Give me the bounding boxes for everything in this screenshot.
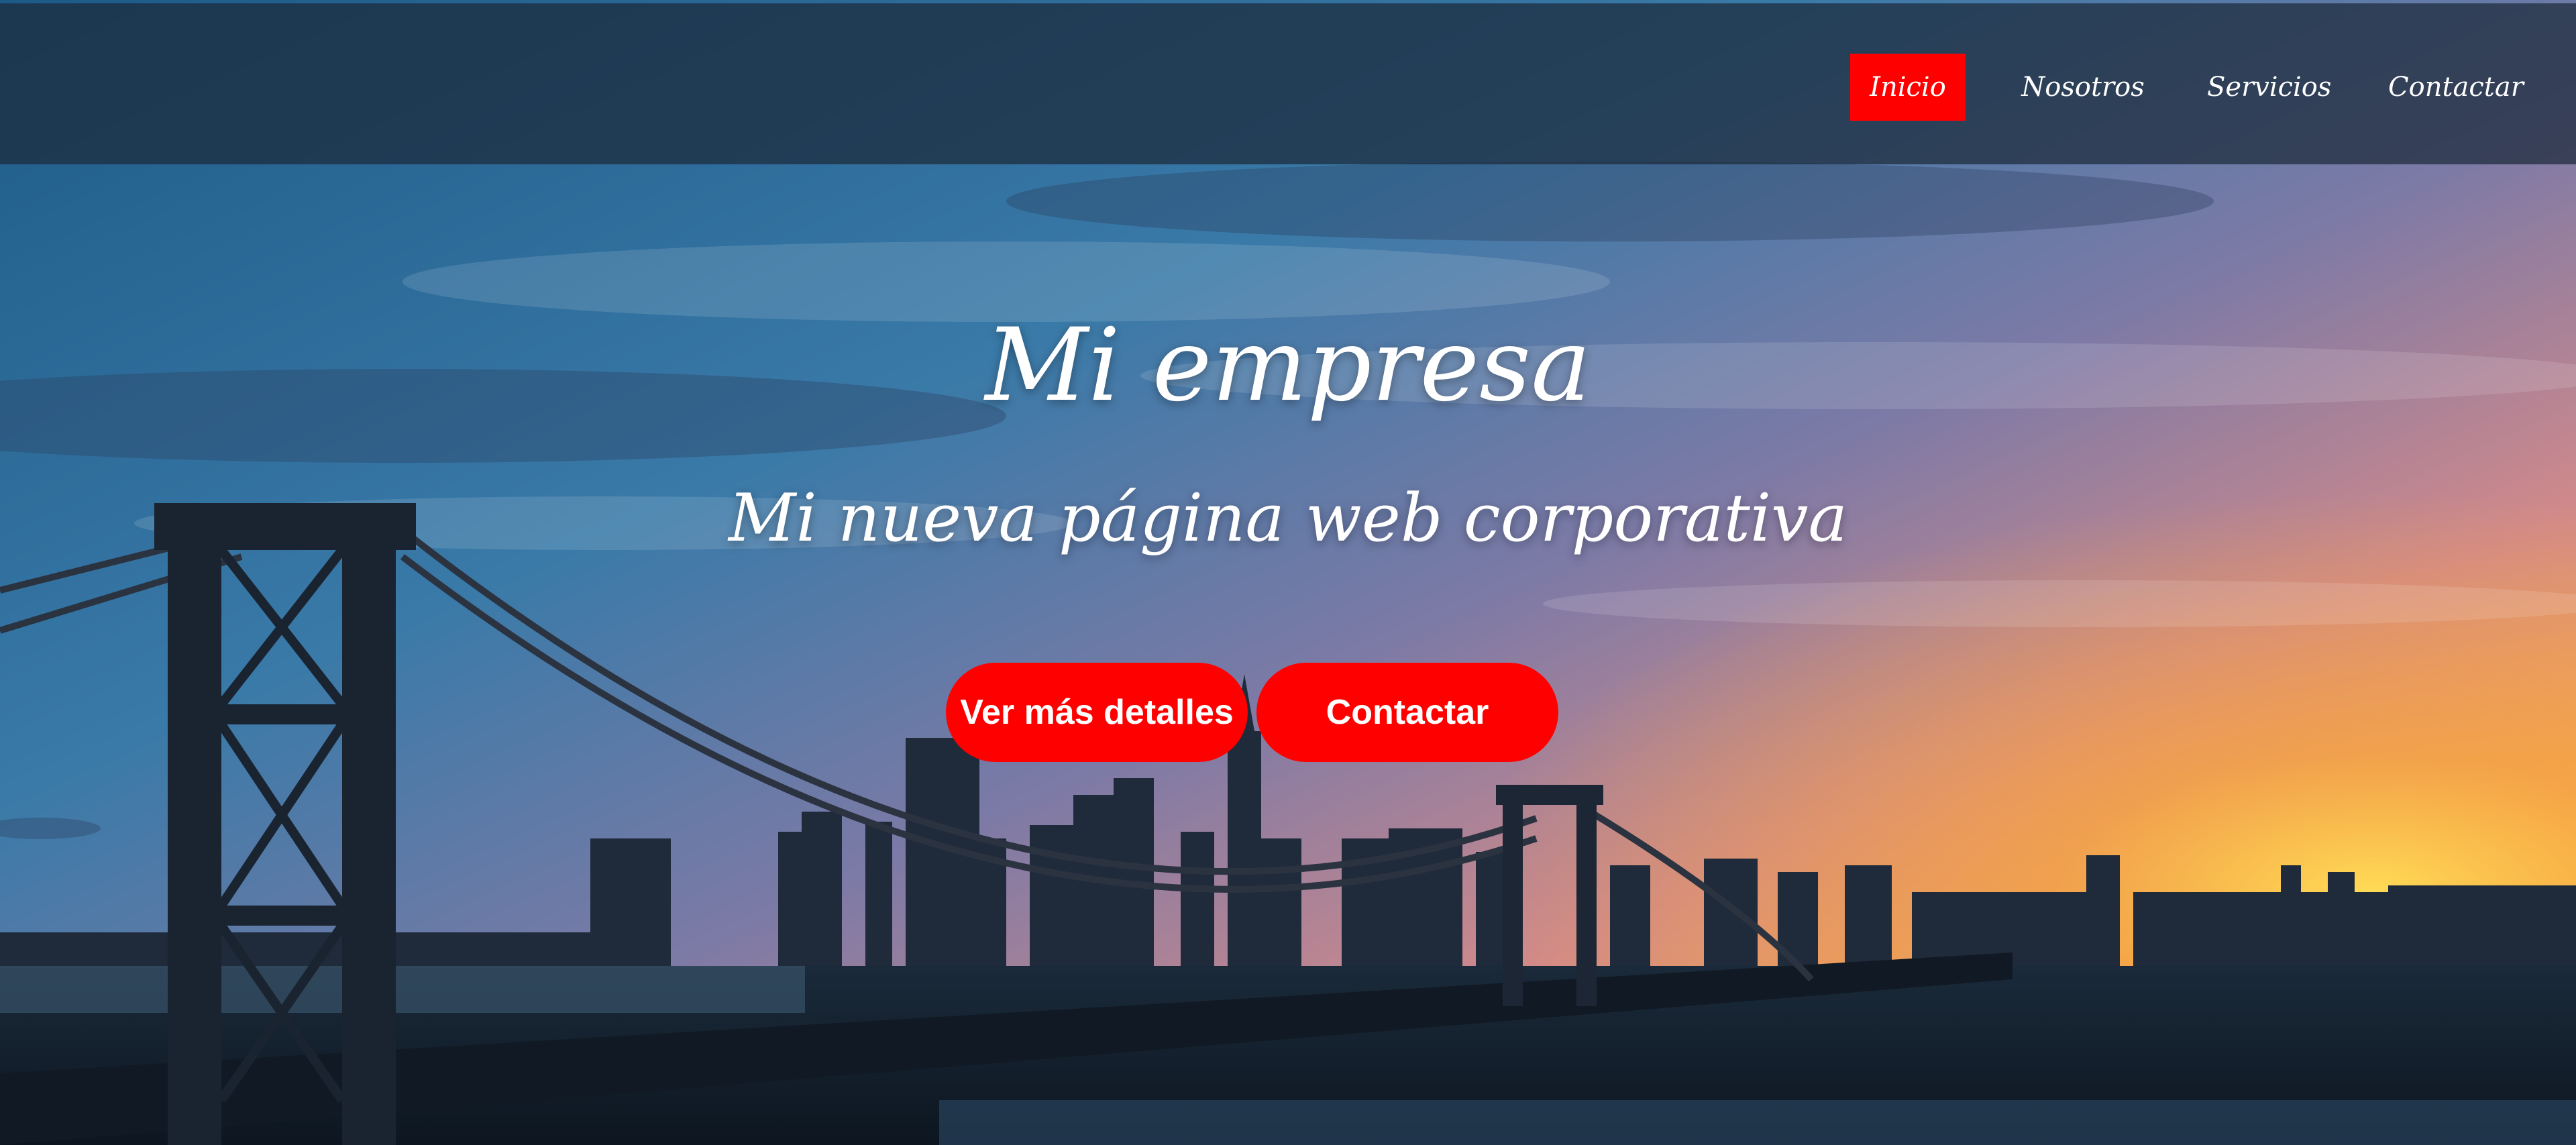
details-button[interactable]: Ver más detalles bbox=[946, 663, 1248, 762]
contact-button[interactable]: Contactar bbox=[1256, 663, 1558, 762]
nav-item-servicios[interactable]: Servicios bbox=[2207, 54, 2331, 121]
hero-title: Mi empresa bbox=[985, 307, 1591, 424]
hero-background-image bbox=[0, 0, 2576, 1145]
nav-item-inicio[interactable]: Inicio bbox=[1850, 54, 1966, 121]
nav-item-contactar[interactable]: Contactar bbox=[2388, 54, 2524, 121]
hero-section bbox=[0, 0, 2576, 1145]
top-navigation-bar: Inicio Nosotros Servicios Contactar bbox=[0, 3, 2576, 164]
nav-item-nosotros[interactable]: Nosotros bbox=[2019, 54, 2147, 121]
hero-subtitle: Mi nueva página web corporativa bbox=[729, 480, 1847, 557]
